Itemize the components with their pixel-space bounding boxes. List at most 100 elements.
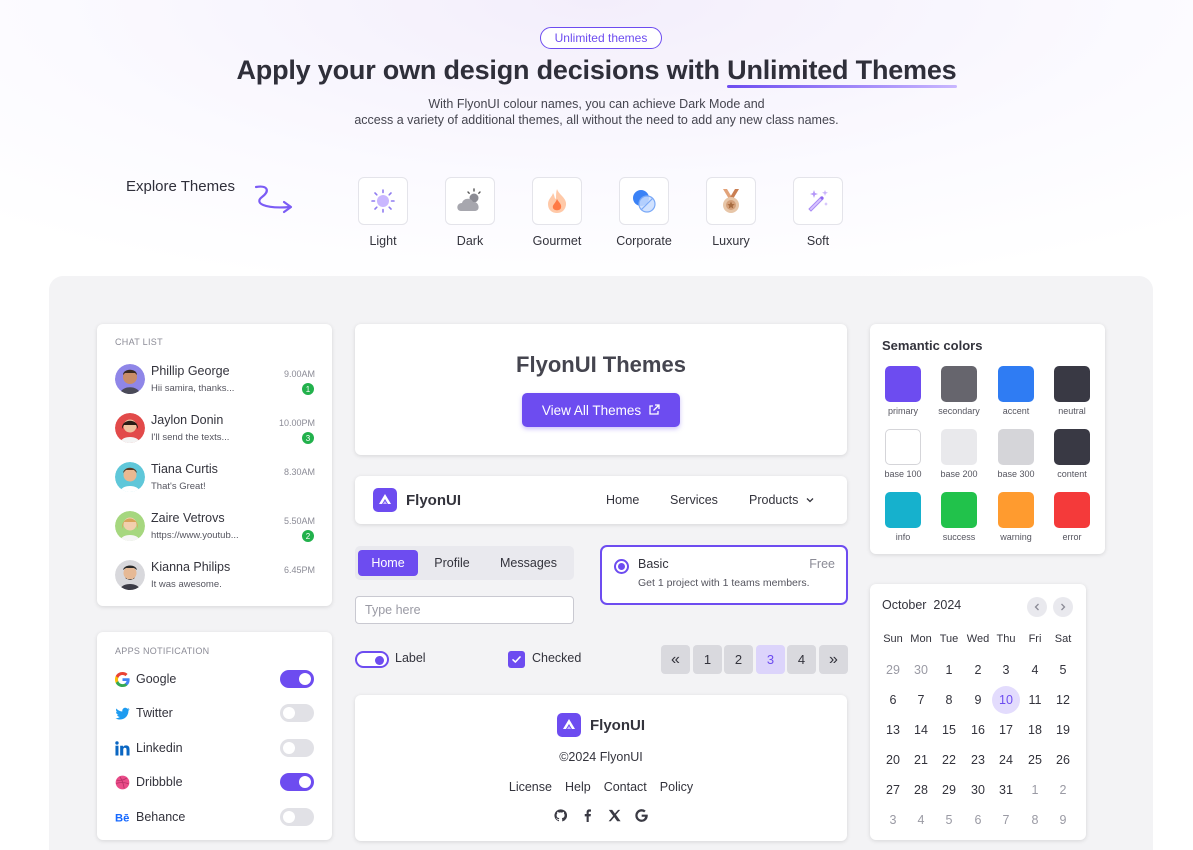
facebook-icon[interactable]: [581, 809, 594, 822]
view-all-themes-button[interactable]: View All Themes: [522, 393, 680, 427]
google-notification-toggle[interactable]: [280, 670, 314, 688]
swatch-neutral: neutral: [1043, 366, 1101, 416]
calendar-day[interactable]: 17: [992, 716, 1020, 744]
calendar-day[interactable]: 9: [1049, 806, 1077, 834]
theme-luxury[interactable]: Luxury: [691, 177, 771, 248]
pagination-page-1[interactable]: 1: [693, 645, 722, 674]
calendar-day[interactable]: 8: [1021, 806, 1049, 834]
calendar-day[interactable]: 20: [879, 746, 907, 774]
google-icon[interactable]: [635, 809, 648, 822]
plan-radio[interactable]: [614, 559, 629, 574]
plan-option-basic[interactable]: Basic Free Get 1 project with 1 teams me…: [600, 545, 848, 605]
calendar-day[interactable]: 27: [879, 776, 907, 804]
pagination-page-4[interactable]: 4: [787, 645, 816, 674]
calendar-day[interactable]: 11: [1021, 686, 1049, 714]
calendar-day[interactable]: 10: [992, 686, 1020, 714]
calendar-day[interactable]: 7: [992, 806, 1020, 834]
calendar-day[interactable]: 23: [964, 746, 992, 774]
behance-notification-toggle[interactable]: [280, 808, 314, 826]
plan-name: Basic: [638, 557, 669, 571]
footer-link-license[interactable]: License: [509, 780, 552, 794]
calendar-day[interactable]: 5: [1049, 656, 1077, 684]
linkedin-notification-toggle[interactable]: [280, 739, 314, 757]
calendar-next-button[interactable]: [1053, 597, 1073, 617]
chat-time: 6.45PM: [283, 565, 315, 575]
checked-checkbox[interactable]: [508, 651, 525, 668]
calendar-day[interactable]: 24: [992, 746, 1020, 774]
footer-link-help[interactable]: Help: [565, 780, 591, 794]
calendar-day[interactable]: 3: [879, 806, 907, 834]
tab-home[interactable]: Home: [358, 550, 418, 576]
apps-notification-title: APPS NOTIFICATION: [115, 646, 210, 656]
tab-profile[interactable]: Profile: [422, 550, 482, 576]
calendar-day[interactable]: 29: [935, 776, 963, 804]
calendar-day[interactable]: 19: [1049, 716, 1077, 744]
pagination-first-button[interactable]: «: [661, 645, 690, 674]
dribbble-notification-toggle[interactable]: [280, 773, 314, 791]
calendar-day[interactable]: 6: [964, 806, 992, 834]
calendar-day[interactable]: 1: [935, 656, 963, 684]
calendar-day[interactable]: 12: [1049, 686, 1077, 714]
calendar-day[interactable]: 2: [964, 656, 992, 684]
calendar-day[interactable]: 15: [935, 716, 963, 744]
twitter-notification-toggle[interactable]: [280, 704, 314, 722]
nav-link-services[interactable]: Services: [670, 493, 718, 507]
calendar-day[interactable]: 7: [907, 686, 935, 714]
calendar-day[interactable]: 30: [907, 656, 935, 684]
calendar-day[interactable]: 16: [964, 716, 992, 744]
calendar-day[interactable]: 28: [907, 776, 935, 804]
x-icon[interactable]: [608, 809, 621, 822]
calendar-day[interactable]: 30: [964, 776, 992, 804]
swatch-chip: [885, 429, 921, 465]
theme-gourmet[interactable]: Gourmet: [517, 177, 597, 248]
theme-light[interactable]: Light: [343, 177, 423, 248]
theme-soft[interactable]: Soft: [778, 177, 858, 248]
chat-item[interactable]: Phillip George Hii samira, thanks... 9.0…: [115, 364, 315, 398]
calendar-day[interactable]: 25: [1021, 746, 1049, 774]
calendar-prev-button[interactable]: [1027, 597, 1047, 617]
calendar-day[interactable]: 4: [907, 806, 935, 834]
chat-item[interactable]: Tiana Curtis That's Great! 8.30AM: [115, 462, 315, 496]
chat-name: Zaire Vetrovs: [151, 511, 225, 525]
calendar-day[interactable]: 5: [935, 806, 963, 834]
footer-link-contact[interactable]: Contact: [604, 780, 647, 794]
nav-link-home[interactable]: Home: [606, 493, 639, 507]
calendar-day[interactable]: 4: [1021, 656, 1049, 684]
swatch-chip: [1054, 366, 1090, 402]
chat-item[interactable]: Kianna Philips It was awesome. 6.45PM: [115, 560, 315, 594]
calendar-day[interactable]: 29: [879, 656, 907, 684]
calendar-year: 2024: [933, 598, 962, 612]
calendar-day[interactable]: 31: [992, 776, 1020, 804]
calendar-day[interactable]: 9: [964, 686, 992, 714]
calendar-day[interactable]: 8: [935, 686, 963, 714]
theme-corporate[interactable]: Corporate: [604, 177, 684, 248]
calendar-day[interactable]: 14: [907, 716, 935, 744]
calendar-day[interactable]: 18: [1021, 716, 1049, 744]
pagination-last-button[interactable]: »: [819, 645, 848, 674]
github-icon[interactable]: [554, 809, 567, 822]
label-toggle[interactable]: [355, 651, 389, 668]
chat-item[interactable]: Zaire Vetrovs https://www.youtub... 5.50…: [115, 511, 315, 545]
tab-messages[interactable]: Messages: [485, 550, 572, 576]
theme-light-box: [358, 177, 408, 225]
calendar-day[interactable]: 3: [992, 656, 1020, 684]
calendar-day[interactable]: 1: [1021, 776, 1049, 804]
calendar-day[interactable]: 13: [879, 716, 907, 744]
calendar-day[interactable]: 2: [1049, 776, 1077, 804]
text-input[interactable]: [355, 596, 574, 624]
pagination-page-2[interactable]: 2: [724, 645, 753, 674]
calendar-day[interactable]: 26: [1049, 746, 1077, 774]
navbar-brand[interactable]: FlyonUI: [373, 488, 461, 512]
plan-price: Free: [809, 557, 835, 571]
swatch-chip: [941, 492, 977, 528]
theme-dark[interactable]: Dark: [430, 177, 510, 248]
calendar-day[interactable]: 21: [907, 746, 935, 774]
footer-link-policy[interactable]: Policy: [660, 780, 693, 794]
linkedin-icon: [115, 741, 130, 756]
pagination-page-3[interactable]: 3: [756, 645, 785, 674]
calendar-day[interactable]: 6: [879, 686, 907, 714]
chat-item[interactable]: Jaylon Donin I'll send the texts... 10.0…: [115, 413, 315, 447]
nav-link-products[interactable]: Products: [749, 493, 815, 507]
swatch-warning: warning: [987, 492, 1045, 542]
calendar-day[interactable]: 22: [935, 746, 963, 774]
